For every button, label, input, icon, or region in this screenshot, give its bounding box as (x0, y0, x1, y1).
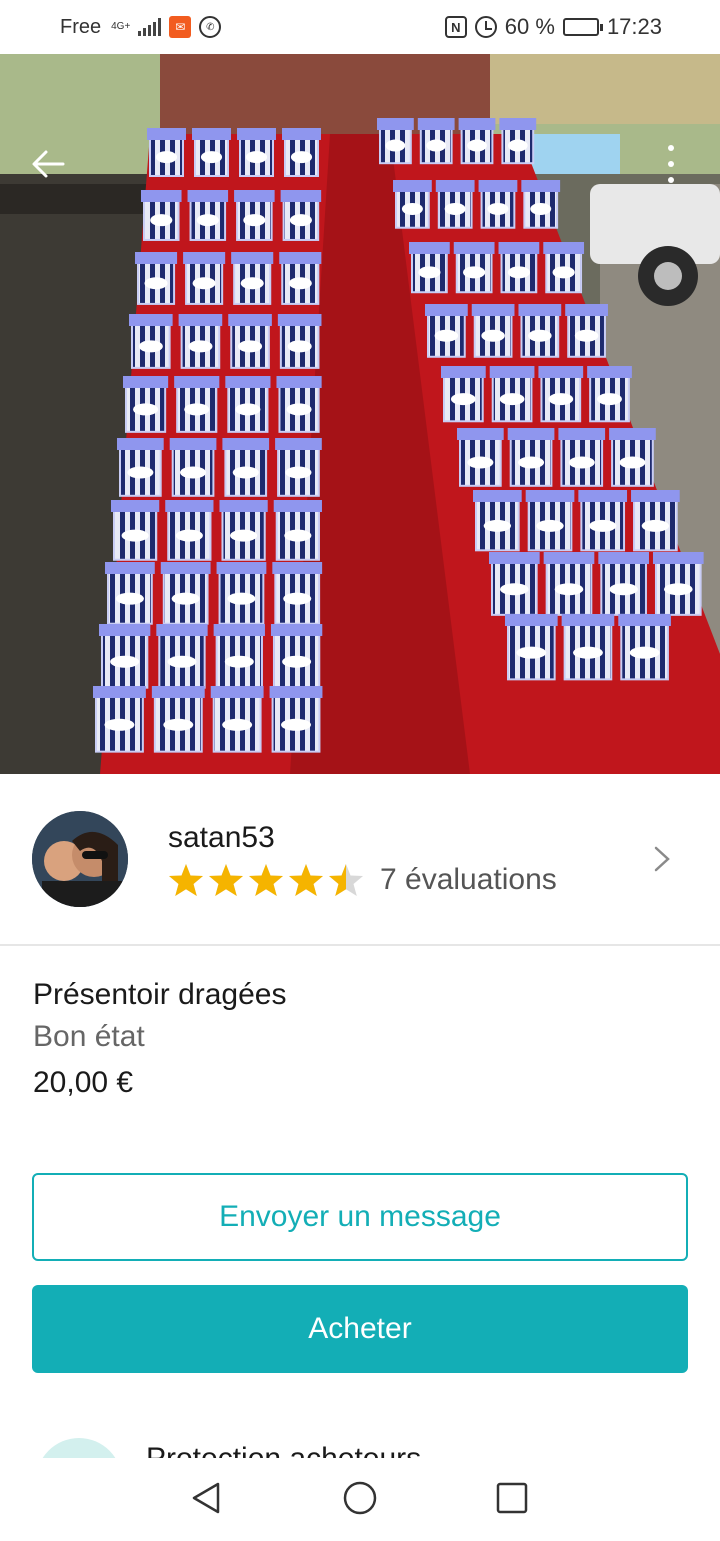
star-icon (209, 864, 243, 896)
item-price: 20,00 € (33, 1066, 134, 1099)
battery-icon (562, 18, 603, 36)
status-bar-right: N 60 % 17:23 (444, 14, 662, 40)
buy-button[interactable]: Acheter (32, 1285, 688, 1373)
star-icon (169, 864, 203, 896)
item-details: Présentoir dragées Bon état 20,00 € (33, 978, 693, 1100)
item-condition: Bon état (33, 1020, 145, 1053)
rating-stars (168, 863, 364, 897)
whatsapp-icon: ✆ (199, 16, 222, 38)
buyer-protection[interactable]: Protection acheteurs (0, 1420, 720, 1458)
chevron-right-icon[interactable] (652, 844, 672, 874)
listing-photo-illustration (0, 54, 720, 774)
seller-section[interactable]: satan53 7 évaluations (0, 774, 720, 944)
nfc-icon: N (444, 16, 467, 38)
shield-icon (36, 1438, 122, 1458)
seller-username: satan53 (168, 821, 275, 854)
item-title: Présentoir dragées (33, 978, 287, 1011)
network-type: 4G+ (111, 21, 131, 32)
send-message-button[interactable]: Envoyer un message (32, 1173, 688, 1261)
star-icon (249, 864, 283, 896)
avatar[interactable] (32, 811, 128, 907)
more-options-button[interactable] (656, 140, 686, 188)
star-icon (289, 864, 323, 896)
back-button[interactable] (28, 146, 68, 182)
divider (0, 944, 720, 946)
listing-photo[interactable] (0, 54, 720, 774)
star-icon (329, 864, 363, 896)
arrow-left-icon (32, 150, 65, 178)
seller-info: satan53 7 évaluations (168, 821, 688, 897)
buyer-protection-label: Protection acheteurs (146, 1442, 421, 1458)
clock: 17:23 (606, 14, 662, 39)
status-bar-left: Free 4G+ ✉ ✆ (60, 15, 222, 39)
nav-home-icon[interactable] (340, 1478, 380, 1518)
status-bar: Free 4G+ ✉ ✆ N 60 % 17:23 (0, 0, 720, 54)
alarm-icon (474, 16, 497, 38)
signal-icon (138, 18, 162, 36)
carrier-label: Free (60, 15, 102, 38)
navigation-bar (0, 1458, 720, 1541)
more-vertical-icon (668, 145, 674, 151)
battery-percent: 60 % (504, 14, 555, 39)
reviews-count: 7 évaluations (380, 863, 557, 896)
nav-recents-icon[interactable] (492, 1478, 532, 1518)
nav-back-icon[interactable] (186, 1478, 226, 1518)
seller-rating: 7 évaluations (168, 863, 688, 897)
app-notification-icon: ✉ (169, 16, 192, 38)
